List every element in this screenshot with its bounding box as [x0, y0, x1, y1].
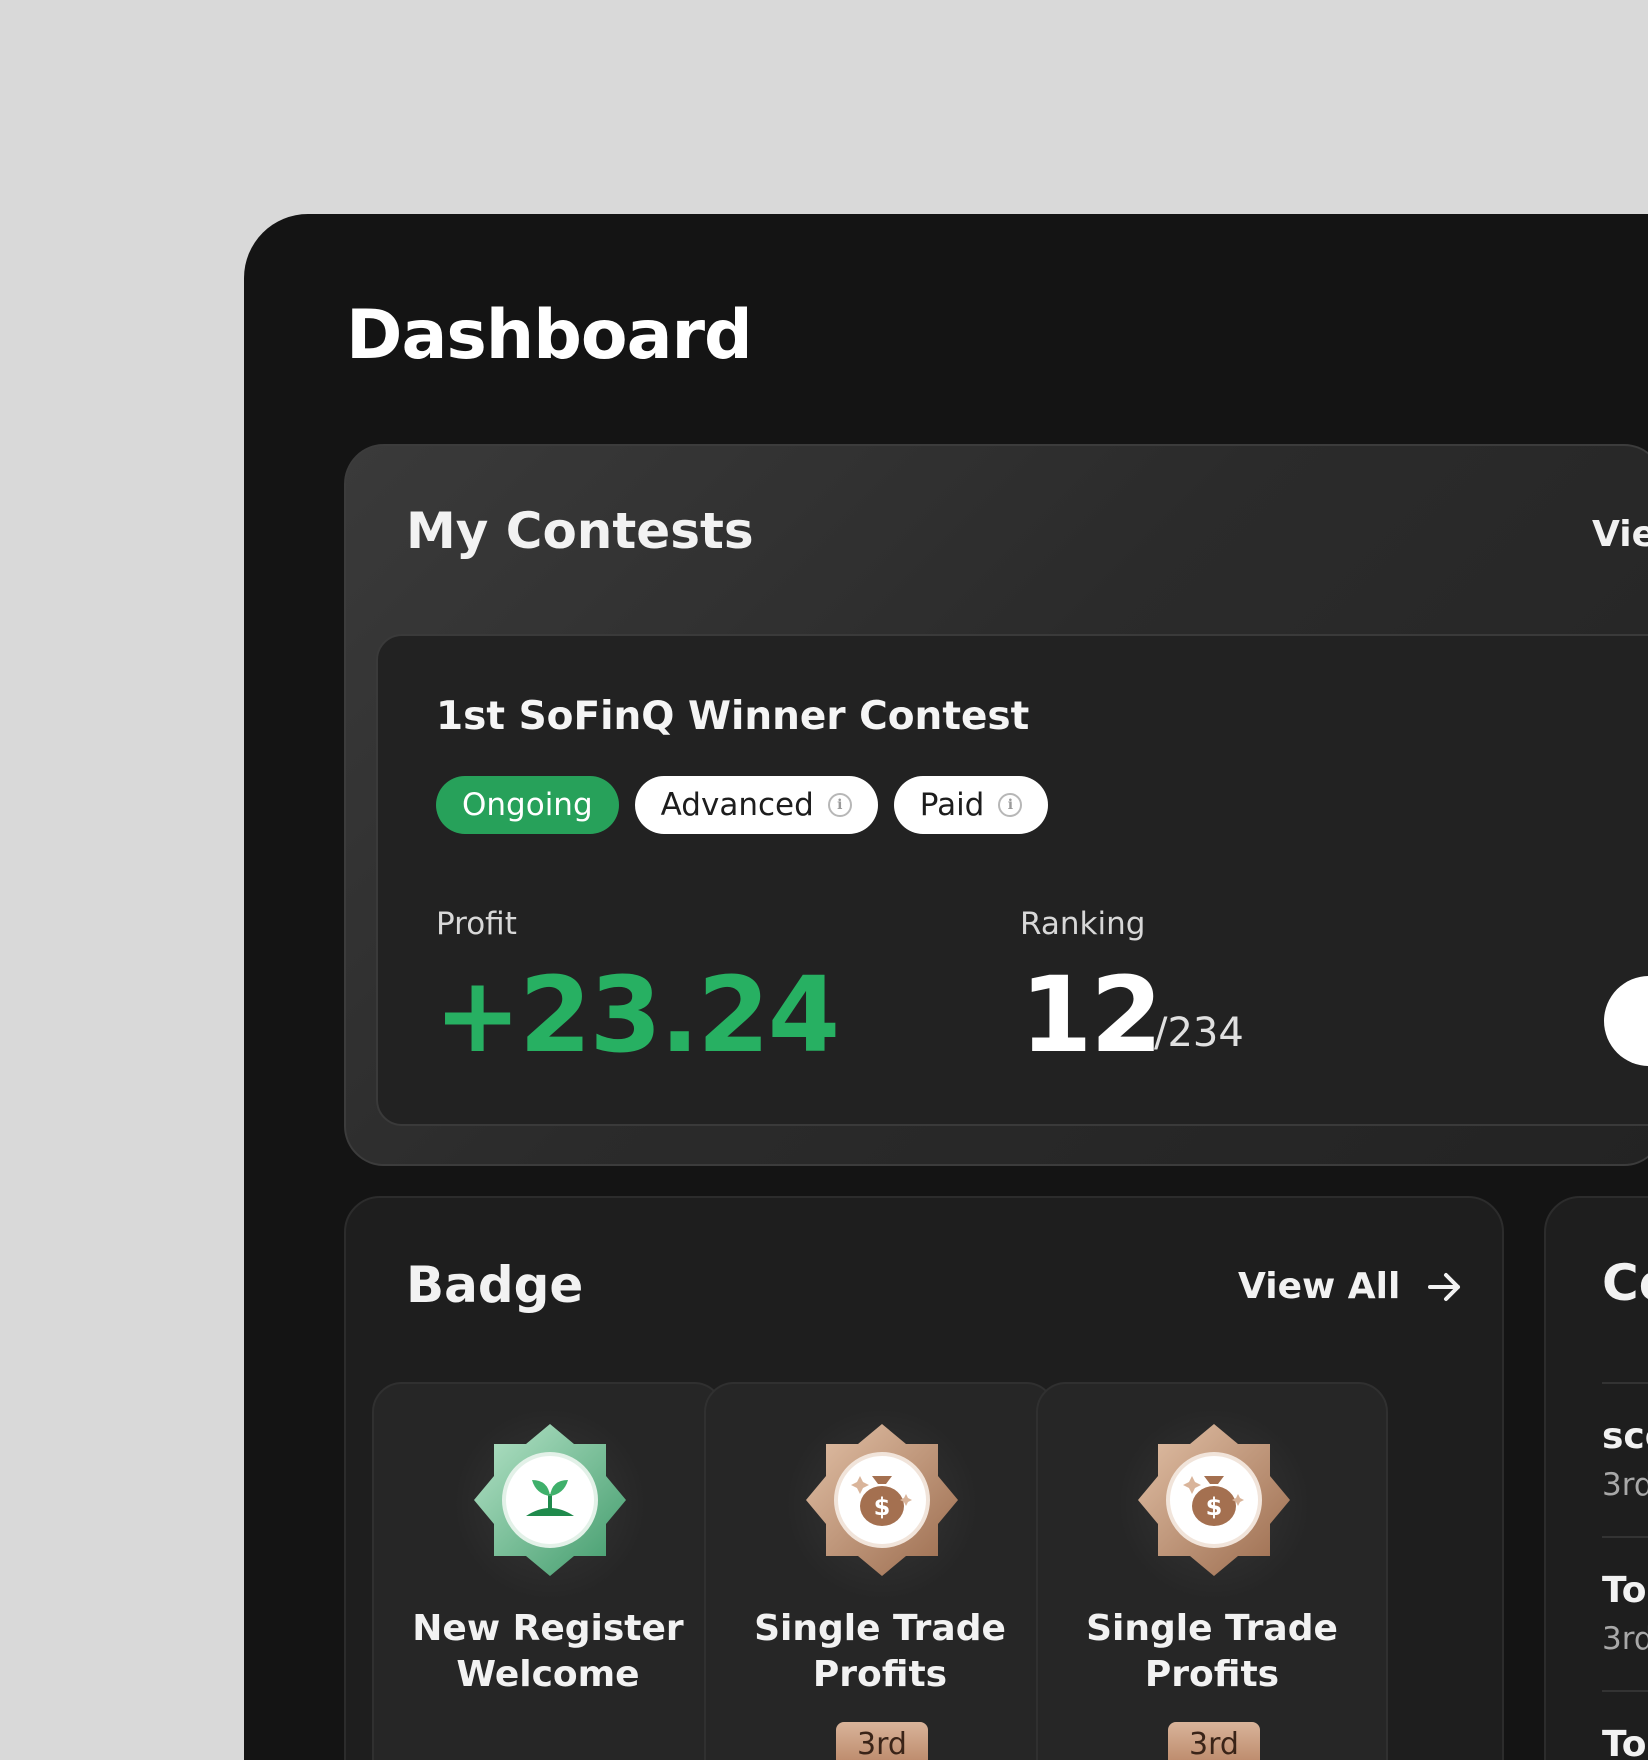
contest-name: 1st SoFinQ Winner Contest	[436, 694, 1030, 739]
badge-card: Badge View All New Register Welcome $ Si…	[344, 1196, 1504, 1760]
level-badge-label: Advanced	[660, 787, 814, 823]
svg-text:$: $	[1206, 1493, 1223, 1521]
ranking-label: Ranking	[1020, 906, 1146, 942]
type-badge: Paid i	[893, 776, 1049, 834]
badge-title: Badge	[406, 1256, 584, 1314]
rank-value: 12	[1020, 954, 1163, 1076]
list-item[interactable]: Top 3rd	[1602, 1536, 1648, 1657]
contest-item[interactable]: 1st SoFinQ Winner Contest Ongoing Advanc…	[376, 634, 1648, 1126]
money-bag-badge-icon: $	[806, 1424, 958, 1576]
badge-name-line: Profits	[812, 1654, 948, 1695]
badge-rank-chip: 3rd	[1168, 1722, 1260, 1760]
badge-name-line: Single Trade	[1086, 1608, 1338, 1649]
rank-total: /234	[1154, 1010, 1244, 1056]
dashboard-panel: Dashboard My Contests Vie 1st SoFinQ Win…	[244, 214, 1648, 1760]
side-card: Co sco 3rd Top 3rd Top	[1544, 1196, 1648, 1760]
arrow-right-icon	[1428, 1272, 1461, 1301]
status-badge: Ongoing	[436, 776, 619, 834]
badge-view-all-link[interactable]: View All	[1238, 1266, 1462, 1307]
page-title: Dashboard	[346, 296, 753, 375]
profit-label: Profit	[436, 906, 517, 942]
level-badge: Advanced i	[634, 776, 878, 834]
badge-name-line: New Register	[412, 1608, 684, 1649]
info-icon[interactable]: i	[998, 793, 1023, 817]
badge-name-line: Single Trade	[754, 1608, 1006, 1649]
my-contests-title: My Contests	[406, 502, 754, 560]
list-item-title: sco	[1602, 1416, 1648, 1457]
money-bag-badge-icon: $	[1138, 1424, 1290, 1576]
profit-value: +23.24	[434, 954, 840, 1076]
badge-tile[interactable]: $ Single Trade Profits 3rd	[704, 1382, 1056, 1760]
side-card-title: Co	[1602, 1254, 1648, 1312]
contest-action-button[interactable]	[1604, 976, 1648, 1066]
svg-text:$: $	[874, 1493, 891, 1521]
list-item-subtitle: 3rd	[1602, 1621, 1648, 1657]
badge-name: New Register Welcome	[374, 1606, 722, 1698]
type-badge-label: Paid	[919, 787, 985, 823]
badge-rank-chip: 3rd	[836, 1722, 928, 1760]
badge-name: Single Trade Profits	[1038, 1606, 1386, 1698]
list-item-title: Top	[1602, 1570, 1648, 1611]
list-item[interactable]: sco 3rd	[1602, 1382, 1648, 1503]
contest-tags: Ongoing Advanced i Paid i	[436, 776, 1049, 834]
status-badge-label: Ongoing	[462, 787, 593, 823]
sprout-badge-icon	[474, 1424, 626, 1576]
badge-view-all-label: View All	[1238, 1266, 1401, 1307]
badge-tile[interactable]: New Register Welcome	[372, 1382, 724, 1760]
list-item-title: Top	[1602, 1724, 1648, 1760]
badge-tile[interactable]: $ Single Trade Profits 3rd	[1036, 1382, 1388, 1760]
my-contests-card: My Contests Vie 1st SoFinQ Winner Contes…	[344, 444, 1648, 1166]
list-item-subtitle: 3rd	[1602, 1467, 1648, 1503]
list-item[interactable]: Top	[1602, 1690, 1648, 1760]
badge-name: Single Trade Profits	[706, 1606, 1054, 1698]
badge-name-line: Profits	[1144, 1654, 1280, 1695]
info-icon[interactable]: i	[827, 793, 852, 817]
badge-name-line: Welcome	[456, 1654, 640, 1695]
contests-view-all-link[interactable]: Vie	[1592, 514, 1648, 555]
